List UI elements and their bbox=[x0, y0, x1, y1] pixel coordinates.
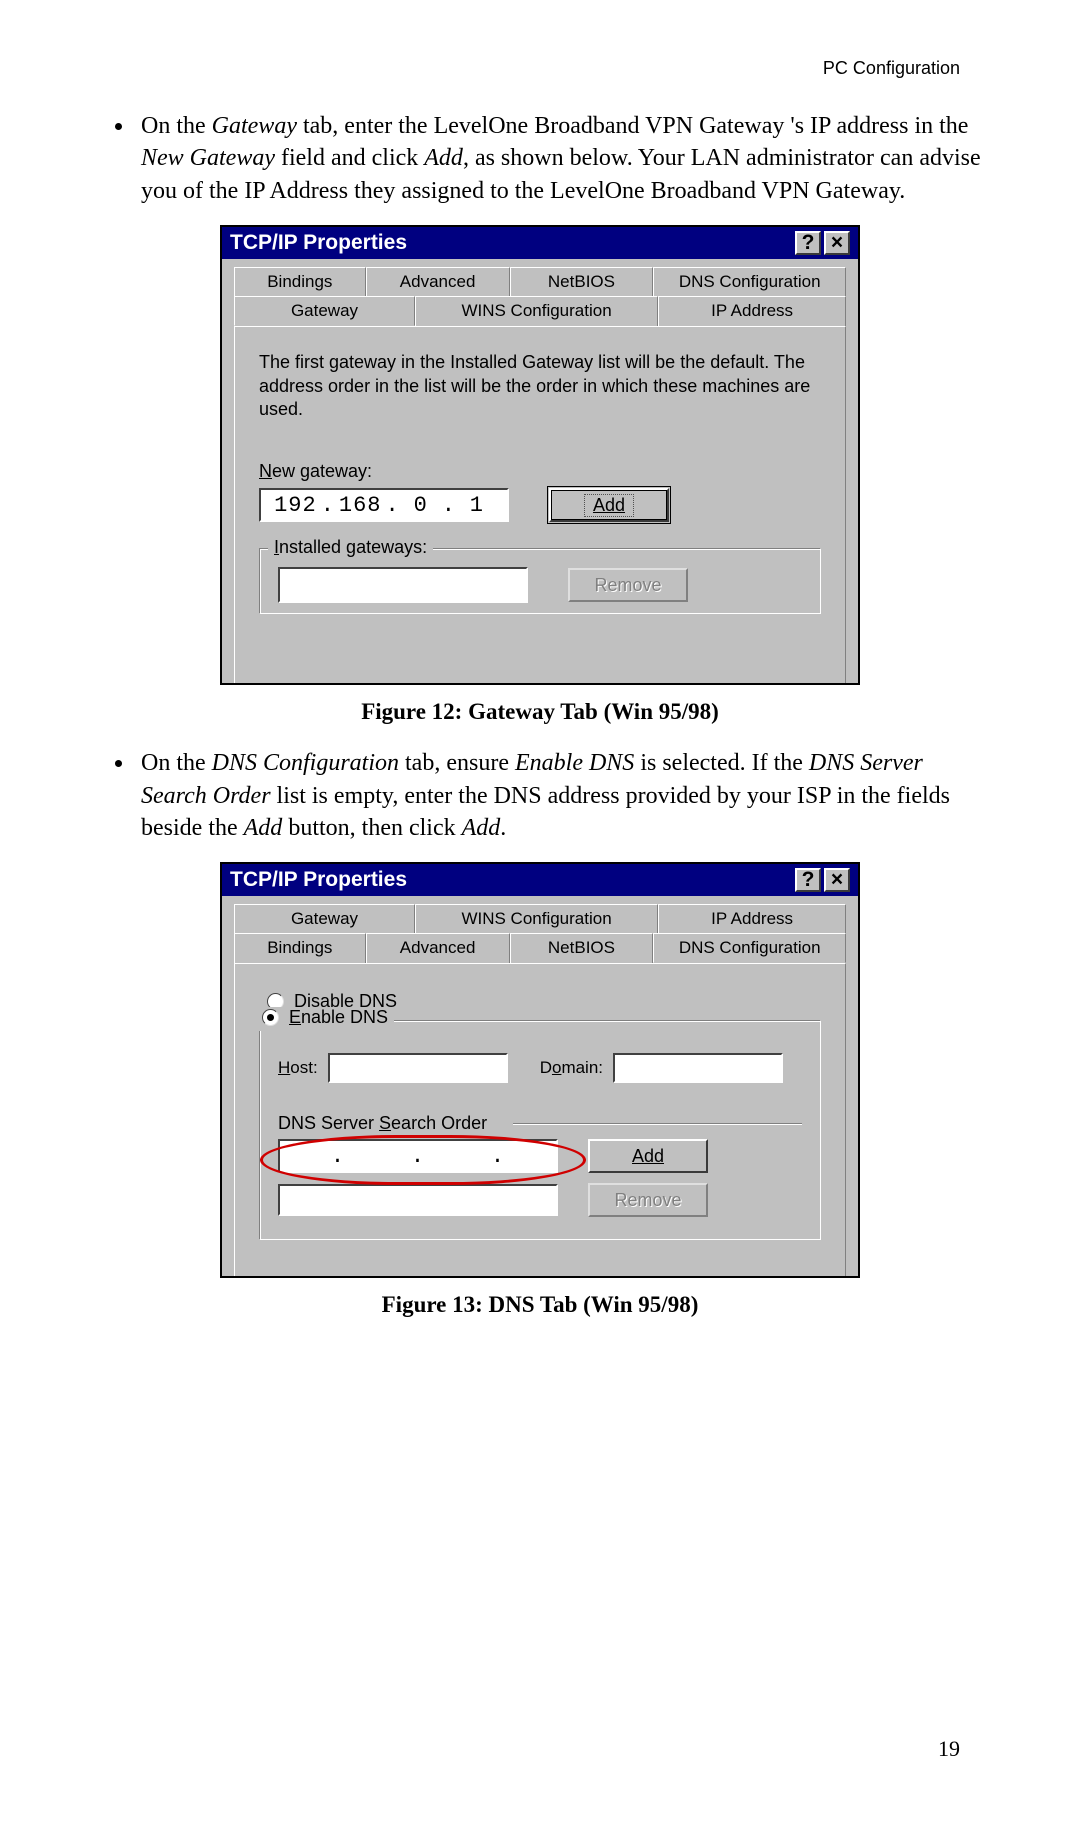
button-label: Add bbox=[584, 494, 634, 517]
tab-dns-configuration[interactable]: DNS Configuration bbox=[653, 933, 846, 963]
dialog-titlebar[interactable]: TCP/IP Properties ? × bbox=[222, 227, 858, 259]
tab-gateway[interactable]: Gateway bbox=[234, 904, 415, 933]
text: On the bbox=[141, 750, 212, 776]
text: Add bbox=[462, 815, 501, 841]
gateway-description: The first gateway in the Installed Gatew… bbox=[259, 351, 821, 421]
button-label: Remove bbox=[594, 575, 661, 596]
tab-bindings[interactable]: Bindings bbox=[234, 933, 366, 963]
radio-enable-dns[interactable] bbox=[262, 1009, 279, 1026]
tab-ip-address[interactable]: IP Address bbox=[658, 296, 846, 326]
tab-gateway[interactable]: Gateway bbox=[234, 296, 415, 326]
domain-input[interactable] bbox=[613, 1053, 783, 1083]
tab-advanced[interactable]: Advanced bbox=[366, 933, 510, 963]
host-input[interactable] bbox=[328, 1053, 508, 1083]
new-gateway-ip-input[interactable]: 192.168.0.1 bbox=[259, 488, 509, 522]
tab-ip-address[interactable]: IP Address bbox=[658, 904, 846, 933]
help-button[interactable]: ? bbox=[795, 868, 821, 892]
text: button, then click bbox=[282, 815, 461, 841]
text: field and click bbox=[275, 145, 424, 171]
installed-gateways-list[interactable] bbox=[278, 567, 528, 603]
tab-panel-dns: Disable DNS Enable DNS Host: Do bbox=[234, 963, 846, 1278]
dns-server-list[interactable] bbox=[278, 1184, 558, 1216]
text: Enable DNS bbox=[515, 750, 634, 776]
help-icon: ? bbox=[802, 231, 815, 255]
figure-12-caption: Figure 12: Gateway Tab (Win 95/98) bbox=[90, 699, 990, 725]
text: tab, enter the LevelOne Broadband VPN Ga… bbox=[297, 113, 968, 139]
help-icon: ? bbox=[802, 868, 815, 892]
text: is selected. If the bbox=[634, 750, 809, 776]
tcpip-properties-dialog-gateway: TCP/IP Properties ? × Bindings Advanced … bbox=[220, 225, 860, 685]
remove-gateway-button: Remove bbox=[568, 568, 688, 602]
remove-dns-button: Remove bbox=[588, 1183, 708, 1217]
ip-octet-2[interactable]: 168 bbox=[339, 493, 382, 518]
button-label: Remove bbox=[614, 1190, 681, 1211]
dialog-title: TCP/IP Properties bbox=[230, 231, 792, 255]
text: . bbox=[500, 815, 506, 841]
close-icon: × bbox=[831, 868, 843, 892]
page-header-section: PC Configuration bbox=[823, 58, 960, 79]
figure-13-caption: Figure 13: DNS Tab (Win 95/98) bbox=[90, 1292, 990, 1318]
dialog-title: TCP/IP Properties bbox=[230, 868, 792, 892]
help-button[interactable]: ? bbox=[795, 231, 821, 255]
ip-dot: . bbox=[382, 493, 404, 518]
enable-dns-group: Enable DNS Host: Domain: DNS Server Sear… bbox=[259, 1020, 821, 1240]
installed-gateways-label: Installed gateways: bbox=[268, 537, 433, 558]
host-label: Host: bbox=[278, 1058, 318, 1078]
close-button[interactable]: × bbox=[824, 231, 850, 255]
button-label: Add bbox=[632, 1146, 664, 1167]
text: Gateway bbox=[212, 113, 297, 139]
tab-netbios[interactable]: NetBIOS bbox=[510, 267, 654, 296]
dialog-tabs: Gateway WINS Configuration IP Address Bi… bbox=[234, 904, 846, 963]
tab-dns-configuration[interactable]: DNS Configuration bbox=[653, 267, 846, 296]
tab-panel-gateway: The first gateway in the Installed Gatew… bbox=[234, 326, 846, 685]
add-dns-button[interactable]: Add bbox=[588, 1139, 708, 1173]
dns-server-search-order-group: DNS Server Search Order . . . bbox=[278, 1113, 802, 1217]
page-number: 19 bbox=[938, 1736, 960, 1762]
radio-enable-dns-row[interactable]: Enable DNS bbox=[256, 1007, 394, 1031]
close-icon: × bbox=[831, 231, 843, 255]
text: New Gateway bbox=[141, 145, 275, 171]
tab-advanced[interactable]: Advanced bbox=[366, 267, 510, 296]
tab-wins-configuration[interactable]: WINS Configuration bbox=[415, 296, 658, 326]
text: Add bbox=[244, 815, 283, 841]
dialog-tabs: Bindings Advanced NetBIOS DNS Configurat… bbox=[234, 267, 846, 326]
ip-dot: . bbox=[317, 493, 339, 518]
new-gateway-label: New gateway: bbox=[259, 461, 821, 482]
ip-octet-4[interactable]: 1 bbox=[460, 493, 494, 518]
dns-order-label: DNS Server Search Order bbox=[278, 1113, 493, 1134]
tcpip-properties-dialog-dns: TCP/IP Properties ? × Gateway WINS Confi… bbox=[220, 862, 860, 1278]
text: On the bbox=[141, 113, 212, 139]
ip-octet-1[interactable]: 192 bbox=[274, 493, 317, 518]
radio-label: Enable DNS bbox=[289, 1007, 388, 1028]
close-button[interactable]: × bbox=[824, 868, 850, 892]
text: Add bbox=[424, 145, 463, 171]
tab-wins-configuration[interactable]: WINS Configuration bbox=[415, 904, 658, 933]
bullet-gateway-instruction: On the Gateway tab, enter the LevelOne B… bbox=[135, 110, 990, 207]
bullet-dns-instruction: On the DNS Configuration tab, ensure Ena… bbox=[135, 747, 990, 844]
installed-gateways-group: Installed gateways: Remove bbox=[259, 548, 821, 614]
dns-ip-input[interactable]: . . . bbox=[278, 1139, 558, 1173]
tab-bindings[interactable]: Bindings bbox=[234, 267, 366, 296]
tab-netbios[interactable]: NetBIOS bbox=[510, 933, 654, 963]
ip-dot: . bbox=[438, 493, 460, 518]
text: DNS Configuration bbox=[212, 750, 399, 776]
domain-label: Domain: bbox=[540, 1058, 603, 1078]
add-gateway-button[interactable]: Add bbox=[549, 488, 669, 522]
dialog-titlebar[interactable]: TCP/IP Properties ? × bbox=[222, 864, 858, 896]
text: tab, ensure bbox=[399, 750, 515, 776]
ip-octet-3[interactable]: 0 bbox=[404, 493, 438, 518]
